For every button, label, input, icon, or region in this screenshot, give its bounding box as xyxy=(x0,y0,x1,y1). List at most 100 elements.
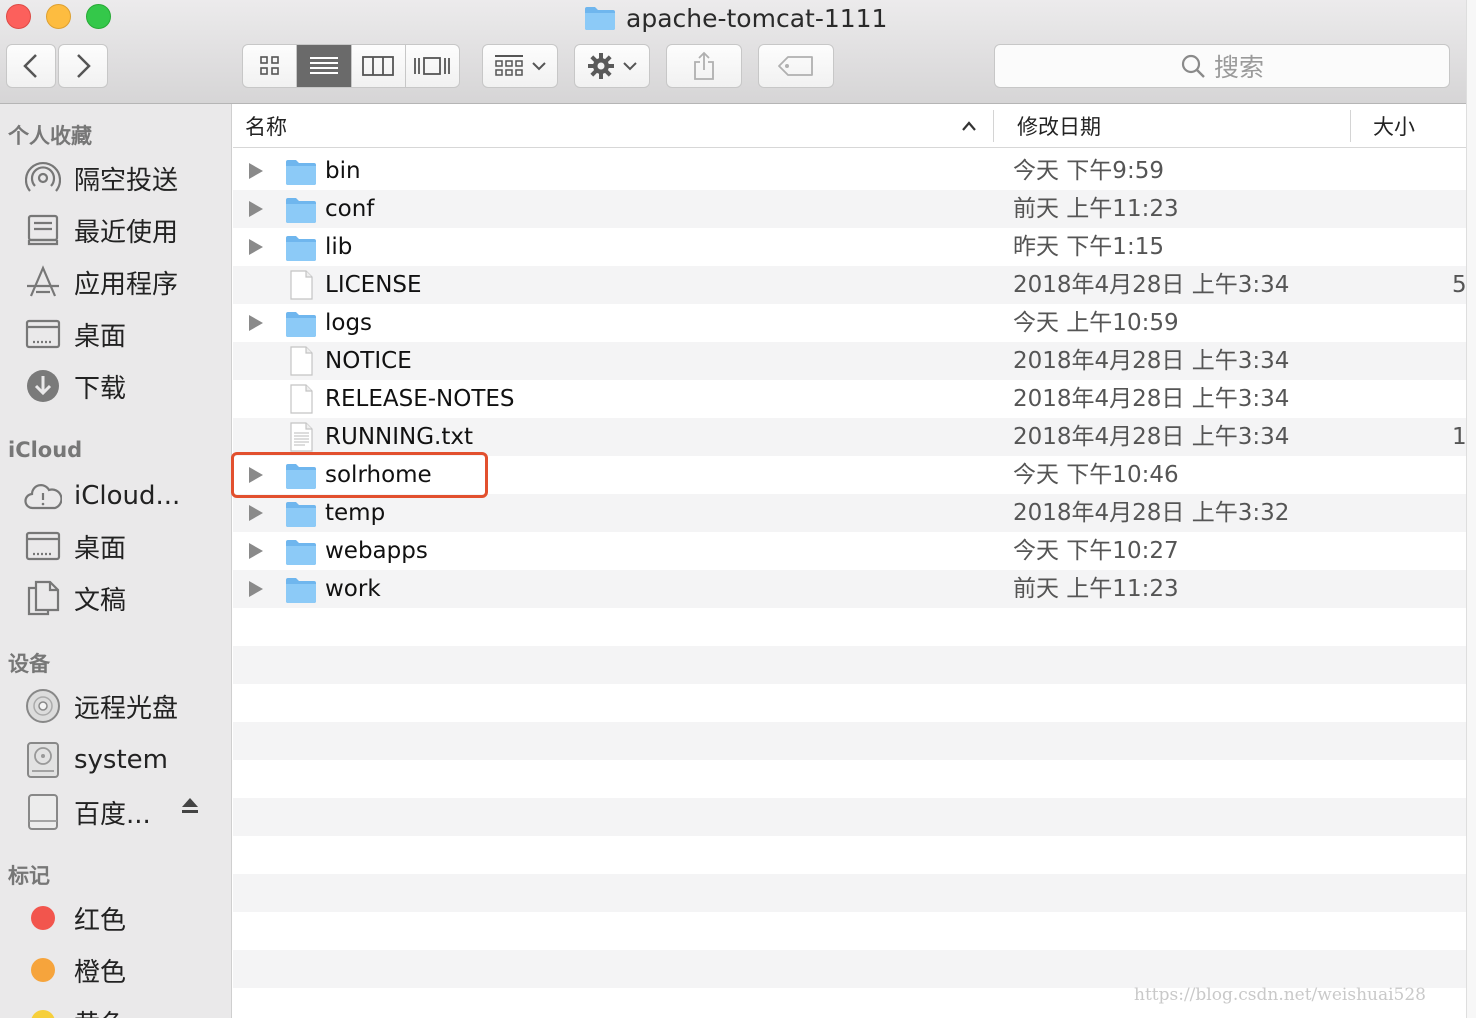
sidebar-item-applications[interactable]: 应用程序 xyxy=(24,260,178,304)
disclosure-triangle-icon[interactable] xyxy=(249,467,263,483)
search-placeholder: 搜索 xyxy=(1213,53,1264,82)
file-row-license[interactable]: LICENSE 2018年4月28日 上午3:34 5 xyxy=(233,266,1466,304)
column-header-date[interactable]: 修改日期 xyxy=(1017,104,1347,148)
search-icon xyxy=(1181,54,1205,78)
disclosure-triangle-icon[interactable] xyxy=(249,505,263,521)
file-row-notice[interactable]: NOTICE 2018年4月28日 上午3:34 xyxy=(233,342,1466,380)
file-modified-date: 今天 下午9:59 xyxy=(1013,158,1164,184)
file-row-webapps[interactable]: webapps 今天 下午10:27 xyxy=(233,532,1466,570)
list-view-button[interactable] xyxy=(297,45,352,87)
desktop-icon xyxy=(24,527,62,565)
disclosure-triangle-icon[interactable] xyxy=(249,315,263,331)
tags-button[interactable] xyxy=(758,44,834,88)
sidebar-item-downloads[interactable]: 下载 xyxy=(24,364,126,408)
file-name: logs xyxy=(325,310,373,336)
sidebar-item-icloud-desktop[interactable]: 桌面 xyxy=(24,524,126,568)
sidebar-item-airdrop[interactable]: 隔空投送 xyxy=(24,156,178,200)
folder-icon xyxy=(285,498,317,528)
sidebar-item-remote-disc[interactable]: 远程光盘 xyxy=(24,684,178,728)
disclosure-triangle-icon[interactable] xyxy=(249,581,263,597)
search-field[interactable]: 搜索 xyxy=(994,44,1450,88)
empty-row xyxy=(233,760,1466,798)
file-row-logs[interactable]: logs 今天 上午10:59 xyxy=(233,304,1466,342)
disclosure-triangle-icon[interactable] xyxy=(249,239,263,255)
file-row-bin[interactable]: bin 今天 下午9:59 xyxy=(233,152,1466,190)
external-drive-icon xyxy=(24,793,62,831)
sidebar-heading-tags: 标记 xyxy=(8,864,50,888)
file-row-release-notes[interactable]: RELEASE-NOTES 2018年4月28日 上午3:34 xyxy=(233,380,1466,418)
text-file-icon xyxy=(285,422,317,452)
file-row-running-txt[interactable]: RUNNING.txt 2018年4月28日 上午3:34 1 xyxy=(233,418,1466,456)
arrange-grid-icon xyxy=(495,55,523,76)
icon-view-button[interactable] xyxy=(243,45,298,87)
list-icon xyxy=(309,57,338,74)
chevron-left-icon xyxy=(23,54,37,78)
sidebar-item-label: 远程光盘 xyxy=(74,693,179,724)
minimize-window-button[interactable] xyxy=(46,4,71,29)
file-modified-date: 前天 上午11:23 xyxy=(1013,576,1179,602)
file-icon xyxy=(285,384,317,414)
sidebar-item-label: 橙色 xyxy=(74,957,127,988)
sidebar-item-baidu-drive[interactable]: 百度... xyxy=(24,790,151,834)
disc-icon xyxy=(24,687,62,725)
sidebar-item-label: 百度... xyxy=(74,799,151,830)
folder-icon xyxy=(285,194,317,224)
tag-dot-icon xyxy=(24,1003,62,1018)
sidebar-item-tag-red[interactable]: 红色 xyxy=(24,896,126,940)
sidebar-item-tag-yellow[interactable]: 黄色 xyxy=(24,1000,126,1018)
sidebar-item-label: system xyxy=(74,745,168,775)
folder-icon xyxy=(285,460,317,490)
close-window-button[interactable] xyxy=(6,4,31,29)
folder-icon xyxy=(285,536,317,566)
folder-icon xyxy=(285,574,317,604)
file-row-conf[interactable]: conf 前天 上午11:23 xyxy=(233,190,1466,228)
empty-row xyxy=(233,684,1466,722)
applications-icon xyxy=(24,263,62,301)
tag-dot-icon xyxy=(24,951,62,989)
sidebar-heading-icloud: iCloud xyxy=(8,438,83,462)
sidebar-item-desktop[interactable]: 桌面 xyxy=(24,312,126,356)
file-name: solrhome xyxy=(325,462,432,488)
column-header-name[interactable]: 名称 xyxy=(245,104,993,148)
column-header-size[interactable]: 大小 xyxy=(1373,104,1463,148)
eject-button[interactable] xyxy=(180,796,200,821)
file-name: webapps xyxy=(325,538,428,564)
zoom-window-button[interactable] xyxy=(86,4,111,29)
sidebar-item-system[interactable]: system xyxy=(24,738,168,782)
disclosure-triangle-icon[interactable] xyxy=(249,163,263,179)
empty-row xyxy=(233,912,1466,950)
cover-flow-view-button[interactable] xyxy=(406,45,459,87)
sort-ascending-icon xyxy=(962,121,976,131)
disclosure-triangle-icon[interactable] xyxy=(249,543,263,559)
action-button[interactable] xyxy=(574,44,650,88)
share-button[interactable] xyxy=(666,44,742,88)
sidebar-item-documents[interactable]: 文稿 xyxy=(24,576,126,620)
back-button[interactable] xyxy=(6,44,56,88)
file-modified-date: 2018年4月28日 上午3:34 xyxy=(1013,272,1290,298)
file-row-temp[interactable]: temp 2018年4月28日 上午3:32 xyxy=(233,494,1466,532)
empty-row xyxy=(233,608,1466,646)
sidebar-item-tag-orange[interactable]: 橙色 xyxy=(24,948,126,992)
hard-drive-icon xyxy=(24,741,62,779)
disclosure-triangle-icon[interactable] xyxy=(249,201,263,217)
tag-icon xyxy=(778,56,813,76)
sidebar-item-recents[interactable]: 最近使用 xyxy=(24,208,178,252)
folder-icon xyxy=(285,308,317,338)
tag-dot-icon xyxy=(24,899,62,937)
sidebar-item-icloud-drive[interactable]: iCloud... xyxy=(24,474,180,518)
file-size: 5 xyxy=(1452,272,1466,298)
file-row-lib[interactable]: lib 昨天 下午1:15 xyxy=(233,228,1466,266)
chevron-right-icon xyxy=(77,54,91,78)
forward-button[interactable] xyxy=(58,44,108,88)
window-title: apache-tomcat-1111 xyxy=(584,2,887,34)
airdrop-icon xyxy=(24,159,62,197)
file-row-work[interactable]: work 前天 上午11:23 xyxy=(233,570,1466,608)
empty-row xyxy=(233,722,1466,760)
file-row-solrhome[interactable]: solrhome 今天 下午10:46 xyxy=(233,456,1466,494)
recents-icon xyxy=(24,211,62,249)
watermark: https://blog.csdn.net/weishuai528 xyxy=(1134,985,1426,1005)
folder-icon xyxy=(585,7,615,30)
window-toolbar: apache-tomcat-1111 搜索 xyxy=(0,0,1466,104)
column-view-button[interactable] xyxy=(352,45,406,87)
arrange-button[interactable] xyxy=(482,44,558,88)
